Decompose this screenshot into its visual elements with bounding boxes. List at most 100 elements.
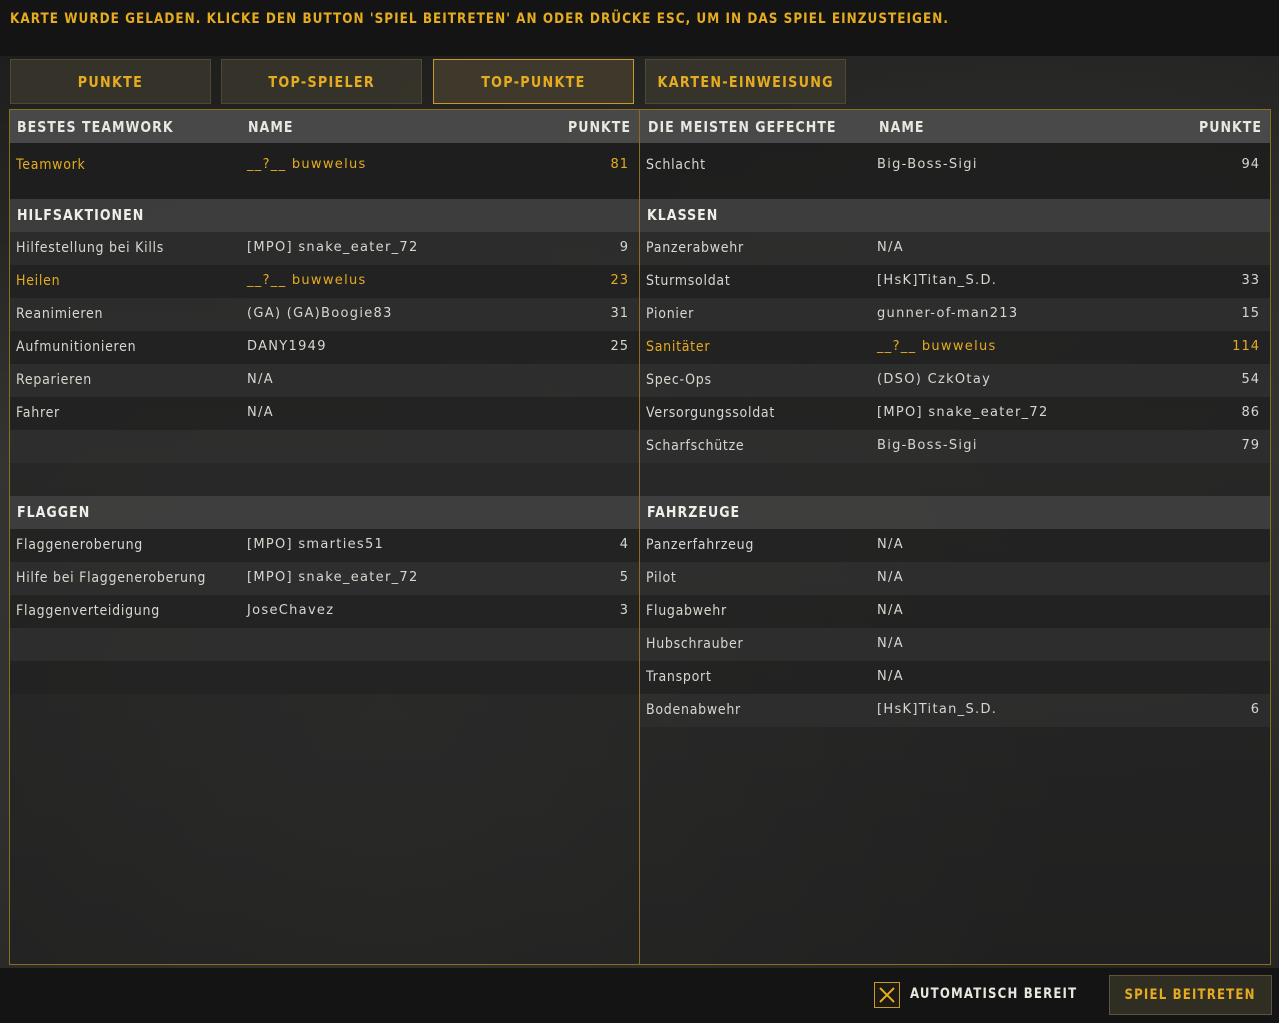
tab-label: PUNKTE xyxy=(77,72,144,91)
player-name-cell: [MPO] snake_eater_72 xyxy=(247,240,419,255)
tab-label: TOP-PUNKTE xyxy=(481,72,586,91)
table-row: Fahrer N/A xyxy=(10,397,639,430)
auto-ready-label: AUTOMATISCH BEREIT xyxy=(910,986,1078,1002)
map-loaded-message: KARTE WURDE GELADEN. KLICKE DEN BUTTON '… xyxy=(10,11,949,27)
join-game-label: SPIEL BEITRETEN xyxy=(1124,987,1257,1003)
section-title: FAHRZEUGE xyxy=(647,503,741,521)
player-name-cell: N/A xyxy=(877,537,904,552)
player-name-cell: __?__ buwwelus xyxy=(247,157,367,172)
check-x-icon xyxy=(879,987,895,1003)
table-row: Bodenabwehr [HsK]Titan_S.D. 6 xyxy=(640,694,1270,727)
category-cell: Versorgungssoldat xyxy=(646,405,776,421)
table-row: Pilot N/A xyxy=(640,562,1270,595)
player-name-cell: gunner-of-man213 xyxy=(877,306,1019,321)
points-cell: 33 xyxy=(1241,273,1260,288)
section-header: FLAGGEN xyxy=(10,496,639,529)
table-row: Panzerfahrzeug N/A xyxy=(640,529,1270,562)
category-cell: Hilfestellung bei Kills xyxy=(16,240,165,256)
category-cell: Flaggenverteidigung xyxy=(16,603,160,619)
empty-row xyxy=(10,430,639,463)
points-cell: 86 xyxy=(1241,405,1260,420)
category-cell: Fahrer xyxy=(16,405,60,421)
table-row: Spec-Ops (DSO) CzkOtay 54 xyxy=(640,364,1270,397)
points-cell: 6 xyxy=(1250,702,1260,717)
tab-karten-einweisung[interactable]: KARTEN-EINWEISUNG xyxy=(645,59,846,104)
points-cell: 94 xyxy=(1241,157,1260,172)
footer-bar xyxy=(0,968,1279,1023)
category-cell: Spec-Ops xyxy=(646,372,712,388)
points-cell: 25 xyxy=(610,339,629,354)
player-name-cell: JoseChavez xyxy=(247,603,335,618)
status-bar: KARTE WURDE GELADEN. KLICKE DEN BUTTON '… xyxy=(0,0,1279,56)
category-cell: Heilen xyxy=(16,273,61,289)
category-cell: Hilfe bei Flaggeneroberung xyxy=(16,570,207,586)
category-cell: Bodenabwehr xyxy=(646,702,741,718)
table-header: DIE MEISTEN GEFECHTE NAME PUNKTE xyxy=(640,110,1270,143)
table-row: Transport N/A xyxy=(640,661,1270,694)
section-header: FAHRZEUGE xyxy=(640,496,1270,529)
category-cell: Reanimieren xyxy=(16,306,104,322)
auto-ready-checkbox[interactable] xyxy=(874,982,900,1008)
tab-top-punkte[interactable]: TOP-PUNKTE xyxy=(433,59,634,104)
category-cell: Reparieren xyxy=(16,372,92,388)
points-cell: 31 xyxy=(610,306,629,321)
player-name-cell: N/A xyxy=(877,669,904,684)
table-row: Teamwork __?__ buwwelus 81 xyxy=(10,143,639,199)
player-name-cell: N/A xyxy=(877,240,904,255)
table-row: Flaggenverteidigung JoseChavez 3 xyxy=(10,595,639,628)
empty-row xyxy=(10,628,639,661)
points-cell: 15 xyxy=(1241,306,1260,321)
category-cell: Pionier xyxy=(646,306,694,322)
tab-label: KARTEN-EINWEISUNG xyxy=(657,72,834,91)
table-row: Schlacht Big-Boss-Sigi 94 xyxy=(640,143,1270,199)
header-points: PUNKTE xyxy=(567,118,631,136)
points-cell: 81 xyxy=(610,157,629,172)
player-name-cell: DANY1949 xyxy=(247,339,327,354)
category-cell: Flaggeneroberung xyxy=(16,537,143,553)
table-row: Reanimieren (GA) (GA)Boogie83 31 xyxy=(10,298,639,331)
table-row: Hilfestellung bei Kills [MPO] snake_eate… xyxy=(10,232,639,265)
section-title: FLAGGEN xyxy=(17,503,91,521)
points-cell: 54 xyxy=(1241,372,1260,387)
header-name: NAME xyxy=(248,118,294,136)
category-cell: Pilot xyxy=(646,570,677,586)
category-cell: Sanitäter xyxy=(646,339,711,355)
header-category: BESTES TEAMWORK xyxy=(17,118,174,136)
section-title: KLASSEN xyxy=(647,206,719,224)
player-name-cell: (DSO) CzkOtay xyxy=(877,372,992,387)
join-game-button[interactable]: SPIEL BEITRETEN xyxy=(1109,975,1272,1015)
table-row: Hubschrauber N/A xyxy=(640,628,1270,661)
table-row: Sanitäter __?__ buwwelus 114 xyxy=(640,331,1270,364)
table-row: Sturmsoldat [HsK]Titan_S.D. 33 xyxy=(640,265,1270,298)
left-column: BESTES TEAMWORK NAME PUNKTE Teamwork __?… xyxy=(10,110,639,694)
points-cell: 23 xyxy=(610,273,629,288)
header-name: NAME xyxy=(879,118,925,136)
category-cell: Teamwork xyxy=(16,157,86,173)
table-row: Panzerabwehr N/A xyxy=(640,232,1270,265)
player-name-cell: [MPO] snake_eater_72 xyxy=(877,405,1049,420)
player-name-cell: [MPO] smarties51 xyxy=(247,537,385,552)
player-name-cell: N/A xyxy=(247,405,274,420)
table-row: Scharfschütze Big-Boss-Sigi 79 xyxy=(640,430,1270,463)
player-name-cell: N/A xyxy=(877,570,904,585)
category-cell: Transport xyxy=(646,669,712,685)
category-cell: Panzerabwehr xyxy=(646,240,744,256)
section-title: HILFSAKTIONEN xyxy=(17,206,145,224)
header-category: DIE MEISTEN GEFECHTE xyxy=(648,118,837,136)
table-row: Reparieren N/A xyxy=(10,364,639,397)
category-cell: Hubschrauber xyxy=(646,636,744,652)
category-cell: Schlacht xyxy=(646,157,706,173)
tab-punkte[interactable]: PUNKTE xyxy=(10,59,211,104)
table-row: Heilen __?__ buwwelus 23 xyxy=(10,265,639,298)
points-cell: 4 xyxy=(619,537,629,552)
tab-top-spieler[interactable]: TOP-SPIELER xyxy=(221,59,422,104)
player-name-cell: [MPO] snake_eater_72 xyxy=(247,570,419,585)
player-name-cell: [HsK]Titan_S.D. xyxy=(877,702,998,717)
points-cell: 3 xyxy=(619,603,629,618)
points-cell: 79 xyxy=(1241,438,1260,453)
player-name-cell: N/A xyxy=(247,372,274,387)
category-cell: Aufmunitionieren xyxy=(16,339,137,355)
empty-row xyxy=(10,661,639,694)
